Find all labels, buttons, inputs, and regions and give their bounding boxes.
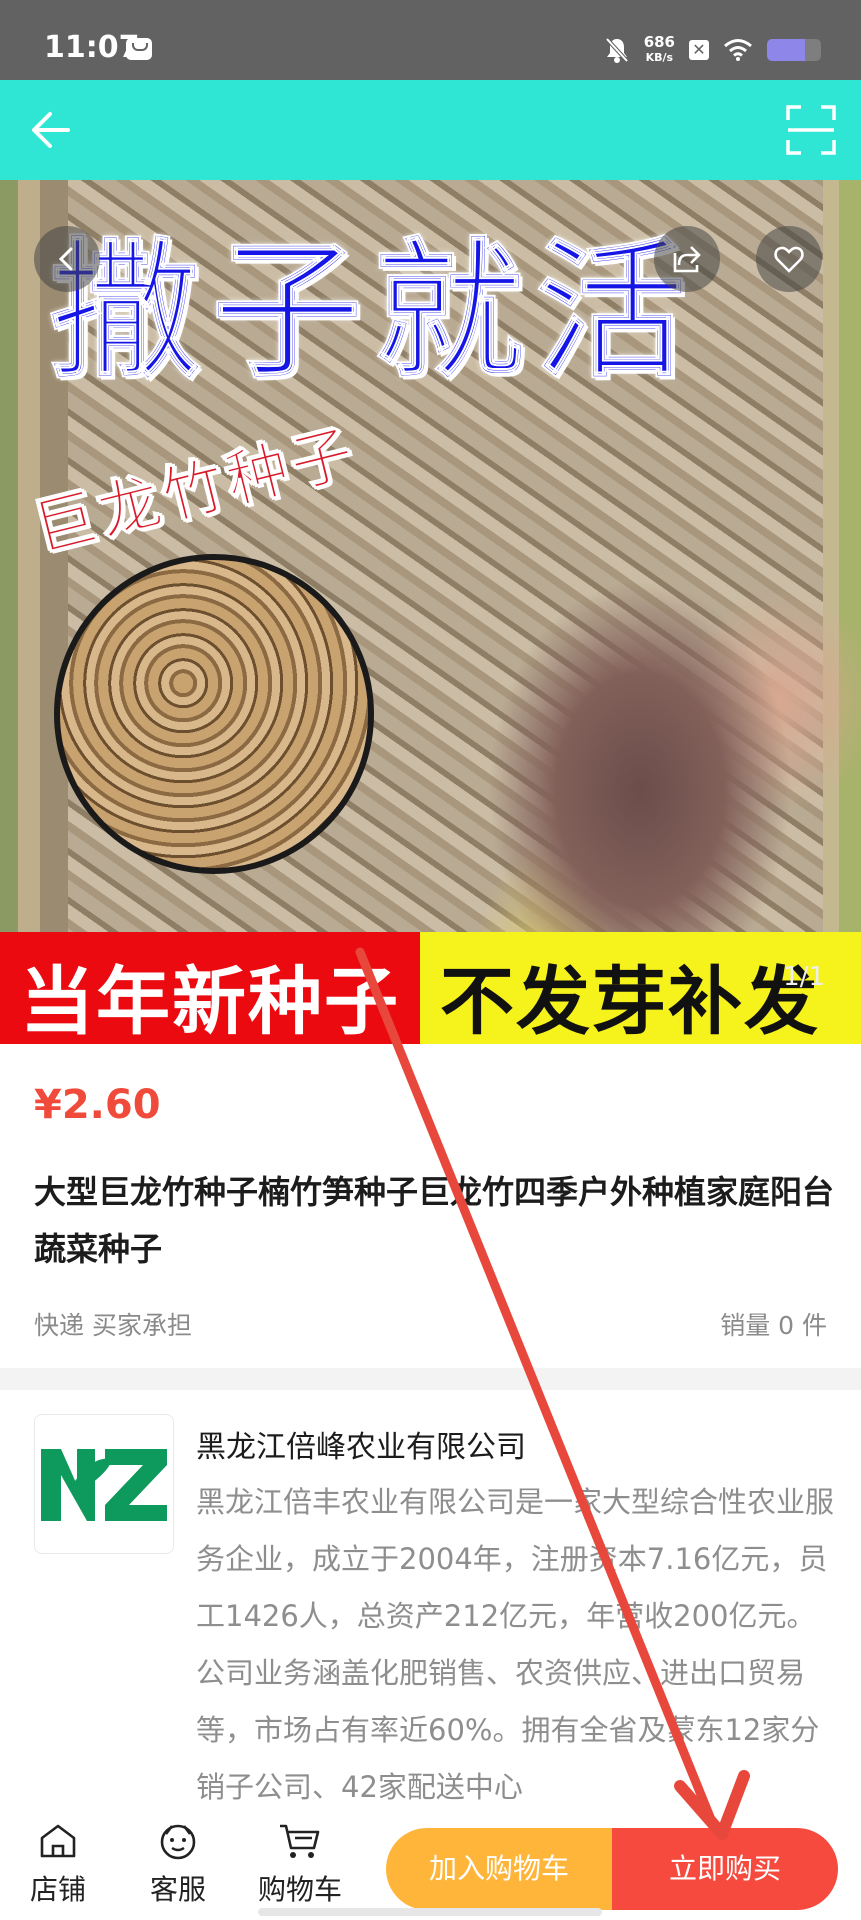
image-page-indicator: 1/1	[783, 962, 825, 992]
share-button[interactable]	[654, 226, 720, 292]
shop-name[interactable]: 黑龙江倍峰农业有限公司	[196, 1422, 526, 1466]
seed-closeup	[54, 554, 374, 874]
top-bar	[0, 80, 861, 180]
close-notification-icon: ✕	[689, 40, 709, 60]
heart-icon	[774, 246, 804, 273]
shop-logo-mark	[41, 1449, 167, 1521]
banner-right-text: 不发芽补发	[440, 959, 820, 1044]
nav-customer-service[interactable]: 客服	[128, 1822, 228, 1908]
battery-icon	[767, 39, 821, 61]
speed-unit: KB/s	[645, 51, 674, 64]
status-icons: 686 KB/s ✕	[604, 30, 821, 70]
product-title: 大型巨龙竹种子楠竹笋种子巨龙竹四季户外种植家庭阳台蔬菜种子	[34, 1173, 835, 1268]
network-speed: 686 KB/s	[644, 35, 675, 65]
home-indicator	[258, 1908, 602, 1916]
store-icon	[40, 1824, 76, 1858]
shop-logo[interactable]	[34, 1414, 174, 1554]
message-notification-icon	[126, 38, 152, 60]
chevron-left-icon	[58, 247, 73, 271]
banner-left-text: 当年新种子	[20, 959, 400, 1044]
nav-service-label: 客服	[149, 1873, 206, 1906]
nav-shop-label: 店铺	[29, 1873, 86, 1906]
nav-shop[interactable]: 店铺	[8, 1822, 108, 1908]
shop-description: 黑龙江倍丰农业有限公司是一家大型综合性农业服务企业，成立于2004年，注册资本7…	[196, 1485, 835, 1804]
customer-service-icon	[160, 1824, 196, 1860]
add-to-cart-button[interactable]: 加入购物车	[386, 1828, 612, 1910]
buy-now-button[interactable]: 立即购买	[612, 1828, 838, 1910]
section-divider	[0, 1368, 861, 1390]
scan-icon[interactable]	[785, 104, 837, 156]
nav-cart-label: 购物车	[257, 1873, 342, 1906]
favorite-button[interactable]	[756, 226, 822, 292]
product-image[interactable]: 撒子就活 巨龙竹种子 当年新种子 不发芽补发	[0, 180, 861, 1044]
status-bar: 11:07 686 KB/s ✕	[0, 0, 861, 80]
arrow-left-icon[interactable]	[24, 102, 84, 158]
sales-count: 销量 0 件	[720, 1311, 827, 1340]
shipping-info: 快递 买家承担	[34, 1311, 192, 1340]
image-subtitle: 巨龙竹种子	[26, 415, 365, 567]
nav-cart[interactable]: 购物车	[250, 1822, 350, 1908]
image-headline: 撒子就活	[49, 224, 699, 400]
speed-value: 686	[643, 33, 675, 51]
cart-icon	[280, 1824, 320, 1858]
wifi-icon	[724, 39, 752, 61]
mute-bell-icon	[605, 37, 629, 63]
share-icon	[673, 246, 701, 273]
image-back-button[interactable]	[34, 226, 100, 292]
product-price: ¥2.60	[34, 1082, 161, 1128]
bottom-action-bar: 店铺 客服 购物车 加入购物车 立即购买	[0, 1808, 861, 1920]
